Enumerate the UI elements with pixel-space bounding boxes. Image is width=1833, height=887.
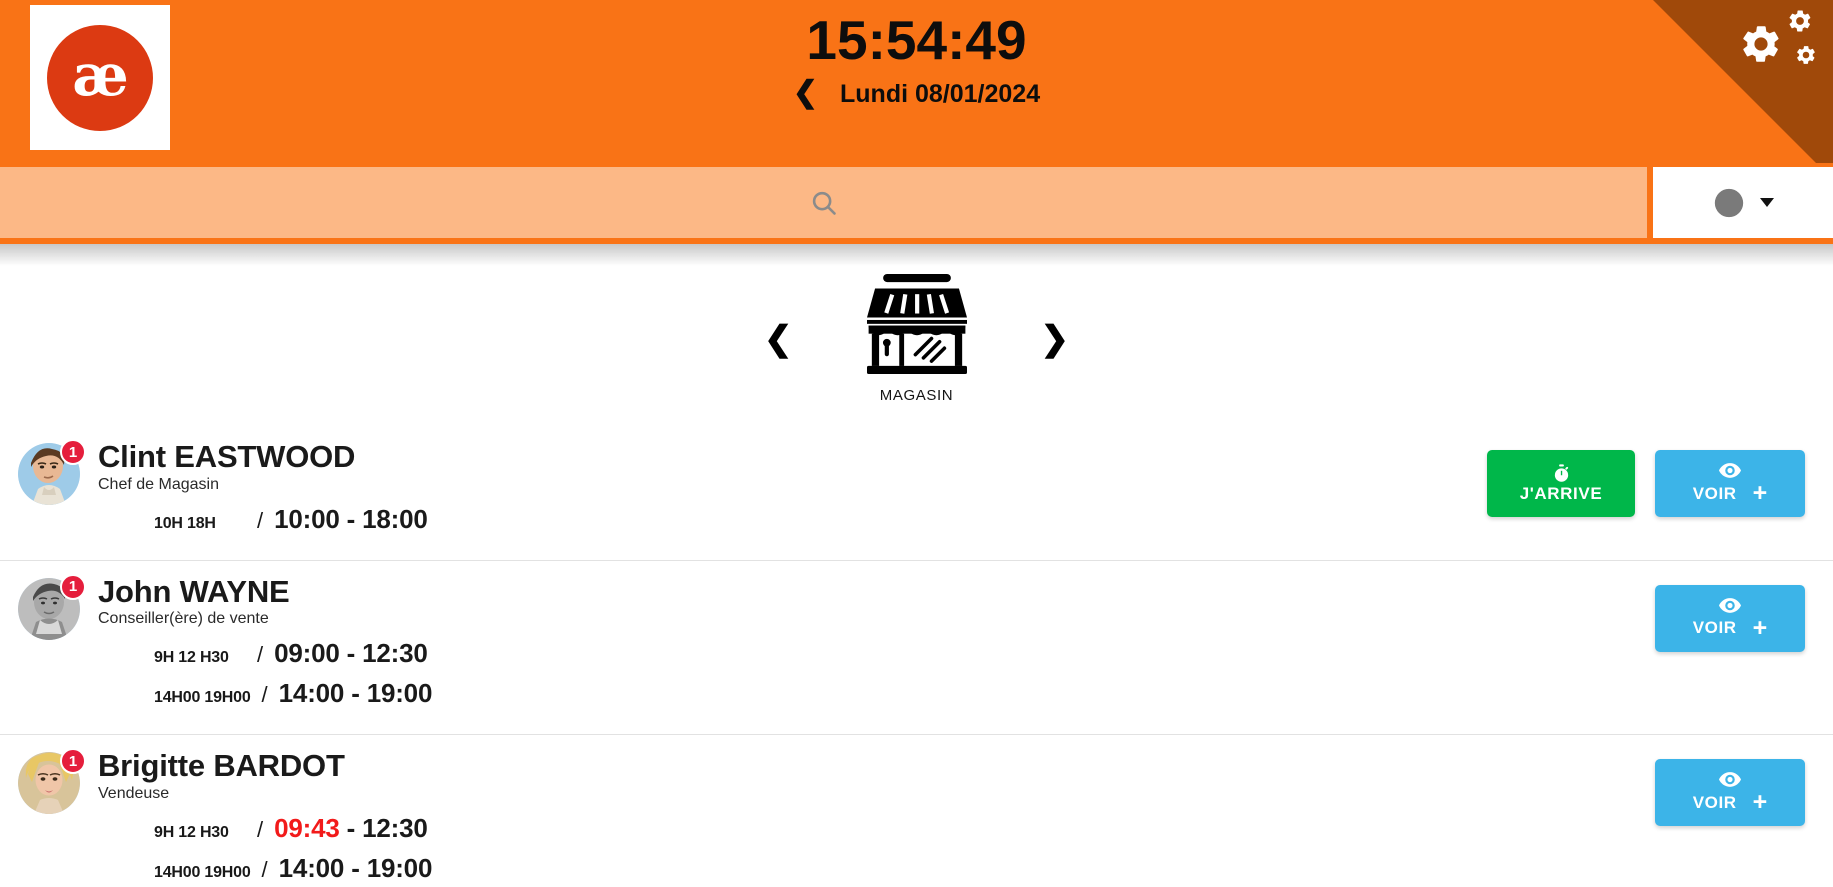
voir-button[interactable]: VOIR + <box>1655 759 1805 827</box>
row-actions: VOIR + <box>1655 749 1833 827</box>
chevron-left-icon[interactable]: ❮ <box>793 78 818 108</box>
time-filter-dropdown[interactable] <box>1653 167 1833 238</box>
current-time: 15:54:49 <box>806 9 1027 71</box>
clock-icon <box>1712 186 1746 220</box>
plus-icon: + <box>1752 479 1768 507</box>
plus-icon: + <box>1752 613 1768 642</box>
shift-list: 10H 18H / 10:00 - 18:00 <box>98 504 428 535</box>
shift-dash: - <box>346 813 356 844</box>
shift-separator: / <box>257 642 264 668</box>
shift-row: 9H 12 H30 / 09:43 - 12:30 <box>98 813 432 844</box>
voir-button-label: VOIR <box>1692 618 1737 638</box>
shift-row: 10H 18H / 10:00 - 18:00 <box>98 504 428 535</box>
voir-button[interactable]: VOIR + <box>1655 584 1805 652</box>
voir-button-label: VOIR <box>1692 792 1737 812</box>
shift-code: 9H 12 H30 <box>154 649 229 667</box>
store-selector: ❮ MAGASIN ❯ <box>0 266 1833 426</box>
arrive-button[interactable]: J'ARRIVE <box>1487 450 1635 517</box>
shift-dash: - <box>346 638 356 669</box>
shift-start: 14:00 <box>278 678 345 709</box>
shift-row: 9H 12 H30 / 09:00 - 12:30 <box>98 638 432 669</box>
employee-name: Brigitte BARDOT <box>98 748 345 784</box>
shift-start: 09:00 <box>274 638 340 669</box>
employee-list: 1 Clint EASTWOOD Chef de Magasin 10H 18H… <box>0 426 1833 887</box>
shift-separator: / <box>261 682 268 708</box>
employee-role: Conseiller(ère) de vente <box>98 610 269 628</box>
settings-corner-button[interactable] <box>1653 0 1833 163</box>
shift-end: 18:00 <box>362 503 428 534</box>
shift-start: 09:43 <box>274 813 340 844</box>
employee-role: Vendeuse <box>98 785 170 803</box>
employee-row: 1 Brigitte BARDOT Vendeuse 9H 12 H30 / 0… <box>0 735 1833 887</box>
shift-list: 9H 12 H30 / 09:00 - 12:30 14H00 19H00 / … <box>98 638 432 709</box>
avatar-badge: 1 <box>60 439 86 465</box>
search-input[interactable] <box>0 167 1647 238</box>
avatar-badge: 1 <box>60 573 86 600</box>
shift-separator: / <box>257 817 264 843</box>
shift-dash: - <box>351 853 360 884</box>
voir-button[interactable]: VOIR + <box>1655 450 1805 517</box>
employee-name: John WAYNE <box>98 573 290 609</box>
shift-separator: / <box>261 857 268 883</box>
date-navigator: ❮ Lundi 08/01/2024 <box>0 78 1833 109</box>
store-next-button[interactable]: ❯ <box>1031 316 1080 362</box>
shift-end: 12:30 <box>362 813 428 844</box>
arrive-button-label: J'ARRIVE <box>1519 483 1603 503</box>
shift-end: 19:00 <box>366 678 433 709</box>
avatar: 1 <box>18 439 86 505</box>
employee-role: Chef de Magasin <box>98 475 219 493</box>
shift-list: 9H 12 H30 / 09:43 - 12:30 14H00 19H00 / … <box>98 813 432 884</box>
storefront-icon <box>865 274 969 379</box>
employee-row: 1 John WAYNE Conseiller(ère) de vente 9H… <box>0 561 1833 736</box>
plus-icon: + <box>1752 788 1768 817</box>
row-actions: VOIR + <box>1655 575 1833 652</box>
eye-icon <box>1719 770 1741 789</box>
avatar: 1 <box>18 748 86 815</box>
store-prev-button[interactable]: ❮ <box>754 316 803 362</box>
shift-separator: / <box>257 507 264 533</box>
caret-down-icon <box>1760 198 1774 207</box>
store-name-label: MAGASIN <box>879 387 954 404</box>
shift-code: 14H00 19H00 <box>154 864 251 882</box>
search-toolbar <box>0 163 1833 244</box>
search-icon <box>809 188 839 218</box>
shift-start: 10:00 <box>274 503 340 534</box>
employee-row: 1 Clint EASTWOOD Chef de Magasin 10H 18H… <box>0 426 1833 561</box>
shift-code: 9H 12 H30 <box>154 824 229 842</box>
avatar: 1 <box>18 573 86 640</box>
shift-end: 19:00 <box>366 853 433 884</box>
shift-row: 14H00 19H00 / 14:00 - 19:00 <box>98 853 432 884</box>
shift-end: 12:30 <box>362 638 428 669</box>
app-logo: æ <box>30 5 170 150</box>
app-header: æ 15:54:49 ❮ Lundi 08/01/2024 <box>0 0 1833 163</box>
shift-code: 14H00 19H00 <box>154 689 251 707</box>
current-date-label: Lundi 08/01/2024 <box>840 79 1041 108</box>
header-clock-block: 15:54:49 ❮ Lundi 08/01/2024 <box>0 9 1833 109</box>
shift-row: 14H00 19H00 / 14:00 - 19:00 <box>98 678 432 709</box>
employee-name: Clint EASTWOOD <box>98 439 356 474</box>
eye-icon <box>1719 461 1741 480</box>
row-actions: J'ARRIVE VOIR + <box>1487 440 1833 517</box>
shift-code: 10H 18H <box>154 514 216 532</box>
shift-start: 14:00 <box>278 853 345 884</box>
eye-icon <box>1719 596 1741 615</box>
shift-dash: - <box>351 678 360 709</box>
header-shadow <box>0 244 1833 266</box>
logo-circle: æ <box>47 24 153 131</box>
voir-button-label: VOIR <box>1692 483 1737 503</box>
shift-dash: - <box>346 503 356 534</box>
store-current[interactable]: MAGASIN <box>865 274 969 404</box>
stopwatch-icon <box>1552 463 1571 483</box>
